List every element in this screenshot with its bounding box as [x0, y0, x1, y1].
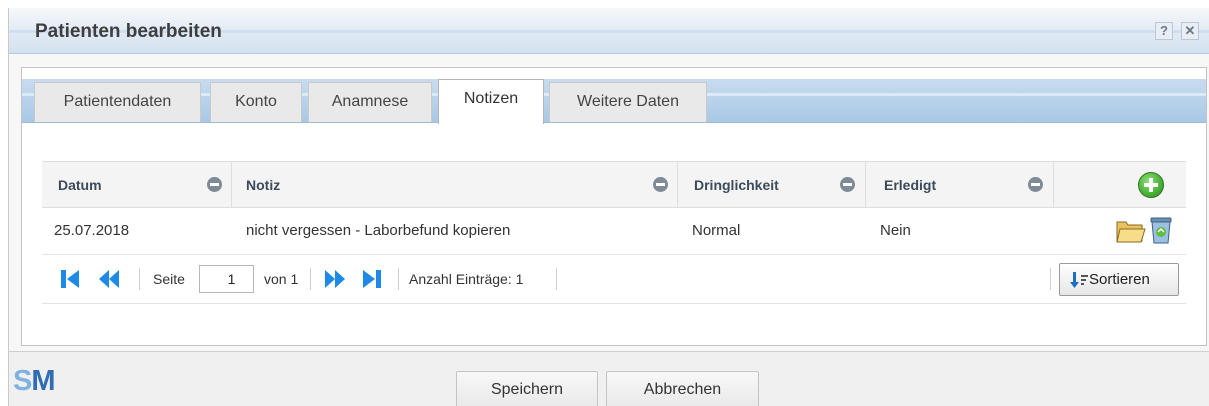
collapse-minus-icon[interactable]: [1028, 177, 1043, 192]
tab-konto[interactable]: Konto: [210, 82, 302, 122]
sort-icon: [1070, 272, 1088, 288]
tab-weitere-daten[interactable]: Weitere Daten: [549, 82, 707, 122]
collapse-minus-icon[interactable]: [840, 177, 855, 192]
column-label-datum: Datum: [58, 177, 102, 193]
grid-header: Datum Notiz Dringlichkeit Erledigt: [42, 161, 1186, 208]
collapse-minus-icon[interactable]: [653, 177, 668, 192]
previous-page-icon[interactable]: [97, 268, 121, 290]
column-header-erledigt[interactable]: Erledigt: [866, 162, 1054, 208]
cell-erledigt: Nein: [880, 222, 911, 239]
table-row[interactable]: 25.07.2018 nicht vergessen - Laborbefund…: [42, 208, 1186, 255]
page-label: Seite: [153, 271, 185, 287]
notes-grid: Datum Notiz Dringlichkeit Erledigt 25.07…: [42, 161, 1186, 306]
column-label-erledigt: Erledigt: [884, 177, 937, 193]
recycle-bin-icon[interactable]: [1149, 216, 1173, 244]
app-logo: SM: [13, 365, 56, 397]
dialog-titlebar: Patienten bearbeiten ? ✕: [9, 8, 1209, 54]
page-count-label: von 1: [264, 271, 299, 287]
help-button[interactable]: ?: [1155, 22, 1173, 40]
sort-button-label: Sortieren: [1089, 271, 1150, 288]
collapse-minus-icon[interactable]: [207, 177, 222, 192]
tab-strip: Patientendaten Konto Anamnese Notizen We…: [22, 68, 1206, 124]
cell-dringlichkeit: Normal: [692, 222, 741, 239]
save-button[interactable]: Speichern: [456, 371, 598, 406]
tab-panel: Patientendaten Konto Anamnese Notizen We…: [21, 67, 1207, 346]
cell-datum: 25.07.2018: [54, 222, 130, 239]
folder-icon[interactable]: [1116, 217, 1146, 244]
tab-notizen[interactable]: Notizen: [438, 79, 544, 124]
first-page-icon[interactable]: [58, 268, 82, 290]
last-page-icon[interactable]: [360, 268, 384, 290]
add-icon[interactable]: [1138, 172, 1164, 198]
column-label-dringlichkeit: Dringlichkeit: [694, 177, 779, 193]
column-label-notiz: Notiz: [246, 177, 281, 193]
dialog-title: Patienten bearbeiten: [35, 21, 222, 42]
tab-anamnese[interactable]: Anamnese: [308, 82, 432, 122]
patient-edit-dialog: Patienten bearbeiten ? ✕ Patientendaten …: [8, 8, 1209, 406]
column-header-dringlichkeit[interactable]: Dringlichkeit: [678, 162, 866, 208]
sort-button[interactable]: Sortieren: [1059, 263, 1179, 296]
entry-count-label: Anzahl Einträge: 1: [409, 271, 524, 287]
column-header-notiz[interactable]: Notiz: [232, 162, 678, 208]
cancel-button[interactable]: Abbrechen: [606, 371, 759, 406]
page-number-input[interactable]: [199, 265, 254, 293]
cell-notiz: nicht vergessen - Laborbefund kopieren: [246, 222, 511, 239]
next-page-icon[interactable]: [323, 268, 347, 290]
dialog-footer: SM Speichern Abbrechen: [9, 351, 1209, 406]
close-button[interactable]: ✕: [1181, 22, 1199, 40]
tab-patientendaten[interactable]: Patientendaten: [34, 82, 201, 122]
pager-toolbar: Seite von 1 Anzahl Einträge: 1: [42, 256, 1186, 304]
column-header-datum[interactable]: Datum: [42, 162, 232, 208]
